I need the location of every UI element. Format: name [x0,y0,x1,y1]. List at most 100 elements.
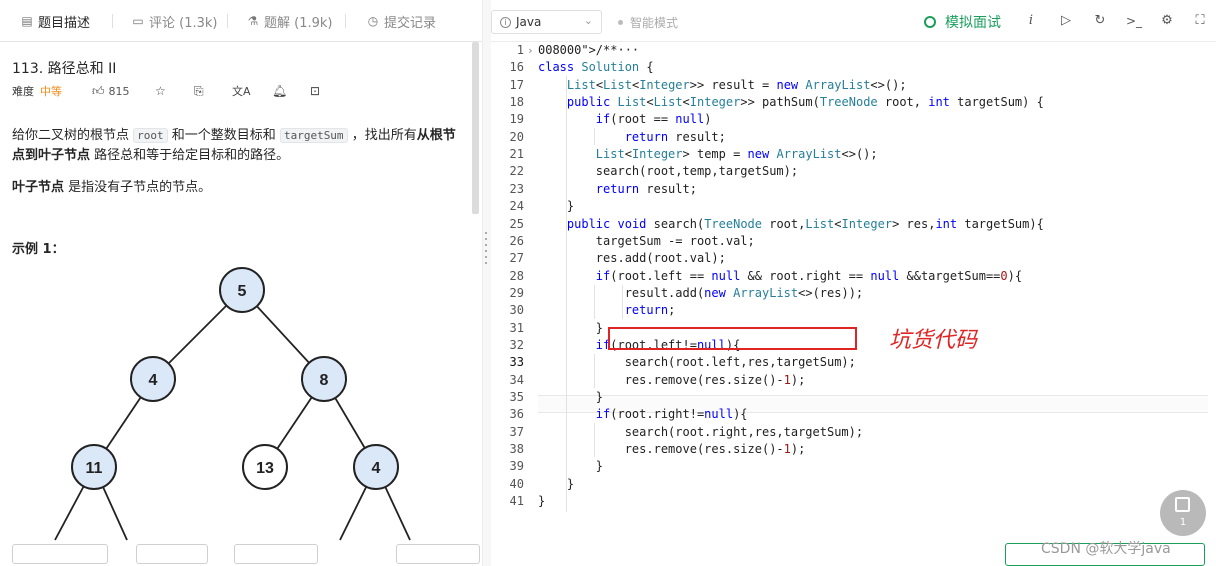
code-line[interactable]: 34 res.remove(res.size()-1); [491,372,1216,389]
line-number: 25 [509,216,524,231]
code-text: if(root == null) [595,112,712,127]
smart-mode-toggle[interactable]: 智能模式 [618,14,678,31]
code-line[interactable]: 41} [491,493,1216,510]
code-line[interactable]: 22 search(root,temp,targetSum); [491,163,1216,180]
code-text: List<List<Integer>> result = new ArrayLi… [566,77,907,92]
code-line[interactable]: 39 } [491,458,1216,475]
language-select[interactable]: i Java ⌄ [491,10,602,34]
line-number: 26 [509,233,524,248]
code-text: } [538,459,604,474]
code-text: return; [624,303,676,318]
line-number: 36 [509,407,524,422]
tree-node-label: 13 [256,460,274,477]
mock-interview-button[interactable]: 模拟面试 [924,12,1001,32]
reset-icon[interactable]: ↻ [1091,12,1109,30]
info-icon: i [500,16,511,28]
bottom-button[interactable] [396,544,480,564]
code-text: } [538,320,604,335]
code-text: public List<List<Integer>> pathSum(TreeN… [566,95,1044,110]
annotation-text: 坑货代码 [889,328,978,353]
code-line[interactable]: 25 public void search(TreeNode root,List… [491,216,1216,233]
line-number: 21 [509,147,524,162]
code-line[interactable]: 38 res.remove(res.size()-1); [491,441,1216,458]
code-line[interactable]: 20 return result; [491,129,1216,146]
code-line[interactable]: 37 search(root.right,res,targetSum); [491,424,1216,441]
notebook-icon [1175,497,1190,512]
alarm-clock-icon [924,16,936,28]
editor-toolbar: i Java ⌄ 智能模式 模拟面试 i ▷ ↻ >_ ⚙ ⛶ [491,0,1216,42]
code-line[interactable]: 16 class Solution { [491,59,1216,76]
code-line[interactable]: 29 result.add(new ArrayList<>(res)); [491,285,1216,302]
info-icon[interactable]: i [1022,12,1040,30]
line-number: 38 [509,442,524,457]
code-line[interactable]: 18 public List<List<Integer>> pathSum(Tr… [491,94,1216,111]
code-line[interactable]: 1 › 008000">/**··· [491,42,1216,59]
code-line[interactable]: 40 } [491,476,1216,493]
code-text: search(root.right,res,targetSum); [538,424,864,439]
line-number: 19 [509,112,524,127]
line-number: 39 [509,459,524,474]
line-number: 41 [509,494,524,509]
fullscreen-icon[interactable]: ⛶ [1191,12,1209,30]
code-text: } [538,476,575,491]
tree-node-label: 4 [149,372,158,389]
code-line[interactable]: 23 return result; [491,181,1216,198]
line-number: 29 [509,285,524,300]
bottom-button[interactable] [234,544,318,564]
run-icon[interactable]: ▷ [1057,12,1075,30]
code-line[interactable]: 33 search(root.left,res,targetSum); [491,354,1216,371]
code-editor[interactable]: 1 › 008000">/**··· 16 class Solution {17 Lis… [491,42,1216,536]
code-line[interactable]: 35 } [491,389,1216,406]
line-number: 24 [509,199,524,214]
code-line[interactable]: 19 if(root == null) [491,111,1216,128]
notes-button[interactable]: 1 [1160,490,1206,536]
status-dot [618,20,623,25]
code-line[interactable]: 36 if(root.right!=null){ [491,406,1216,423]
language-value: Java [516,15,542,29]
line-number: 28 [509,268,524,283]
editor-panel: i Java ⌄ 智能模式 模拟面试 i ▷ ↻ >_ ⚙ ⛶ 1 › 0080… [491,0,1216,566]
line-number: 1 [516,43,524,57]
line-number: 17 [509,77,524,92]
panel-divider[interactable] [482,0,491,566]
highlight-box [608,327,857,350]
line-number: 33 [509,355,524,370]
code-line[interactable]: 17 List<List<Integer>> result = new Arra… [491,77,1216,94]
line-number: 23 [509,181,524,196]
chevron-down-icon: ⌄ [583,14,593,27]
code-text: } [538,390,604,404]
bottom-button[interactable] [12,544,108,564]
settings-icon[interactable]: ⚙ [1158,12,1176,30]
console-icon[interactable]: >_ [1125,12,1143,30]
code-line[interactable]: 26 targetSum -= root.val; [491,233,1216,250]
line-number: 34 [509,372,524,387]
line-number: 22 [509,164,524,179]
watermark: CSDN @软大学java [1041,541,1171,557]
scrollbar[interactable] [472,42,479,214]
line-number: 16 [509,60,524,75]
leetcode-workspace: ▤ 题目描述 ▭ 评论 (1.3k) ⚗ 题解 (1.9k) ◷ 提交记录 11… [0,0,1216,566]
line-number: 40 [509,476,524,491]
code-line[interactable]: 21 List<Integer> temp = new ArrayList<>(… [491,146,1216,163]
fold-chevron-icon[interactable]: › [527,42,534,59]
tree-node-label: 5 [238,283,247,300]
problem-panel: ▤ 题目描述 ▭ 评论 (1.3k) ⚗ 题解 (1.9k) ◷ 提交记录 11… [0,0,482,566]
code-text: if(root.right!=null){ [595,407,748,422]
code-text: if(root.left == null && root.right == nu… [595,268,1023,283]
code-line[interactable]: 30 return; [491,302,1216,319]
tree-node-label: 4 [372,460,381,477]
code-line[interactable]: 24 } [491,198,1216,215]
code-text: public void search(TreeNode root,List<In… [566,216,1044,231]
code-text: } [538,494,546,509]
code-text: List<Integer> temp = new ArrayList<>(); [595,147,878,162]
code-text: search(root.left,res,targetSum); [538,355,856,370]
code-text: } [538,199,575,214]
code-line[interactable]: 28 if(root.left == null && root.right ==… [491,268,1216,285]
code-line[interactable]: 27 res.add(root.val); [491,250,1216,267]
bottom-button[interactable] [136,544,208,564]
line-number: 30 [509,303,524,318]
code-text: search(root,temp,targetSum); [538,164,799,179]
resize-grip[interactable] [485,232,487,272]
tree-node-label: 11 [86,460,103,477]
code-text: 008000">/**··· [538,43,640,57]
